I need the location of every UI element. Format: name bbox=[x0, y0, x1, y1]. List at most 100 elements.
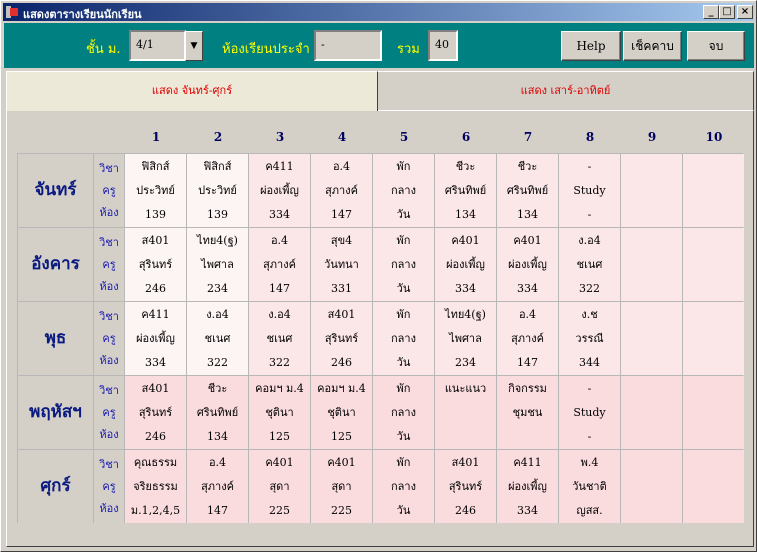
timetable-cell[interactable]: พัก กลาง วัน bbox=[373, 302, 434, 375]
timetable-cell[interactable]: ค401 สุดา 225 bbox=[249, 450, 310, 523]
timetable-cell[interactable] bbox=[621, 376, 682, 449]
timetable-cell[interactable]: ไทย4(ฐ) ไพศาล 234 bbox=[187, 228, 248, 301]
end-button[interactable]: จบ bbox=[687, 31, 745, 61]
check-periods-button[interactable]: เช็คคาบ bbox=[623, 31, 682, 61]
timetable-cell[interactable]: พ.4 วันชาติ ญสส. bbox=[559, 450, 620, 523]
timetable-cell[interactable]: พัก กลาง วัน bbox=[373, 450, 434, 523]
period-header: 5 bbox=[399, 130, 409, 144]
timetable-cell[interactable]: ค411 ผ่องเพี้ญ 334 bbox=[249, 154, 310, 227]
timetable-cell[interactable] bbox=[621, 154, 682, 227]
homeroom-field[interactable]: - bbox=[314, 30, 382, 61]
tab-weekdays[interactable]: แสดง จันทร์-ศุกร์ bbox=[6, 71, 378, 111]
timetable-cell[interactable]: คอมฯ ม.4 ชุตินา 125 bbox=[311, 376, 372, 449]
total-label: รวม bbox=[397, 42, 420, 57]
room-text: 134 bbox=[455, 208, 476, 221]
period-header: 10 bbox=[705, 130, 723, 144]
timetable-cell[interactable]: คอมฯ ม.4 ชุตินา 125 bbox=[249, 376, 310, 449]
room-text: 334 bbox=[455, 282, 476, 295]
subject-text: คุณธรรม bbox=[133, 456, 178, 469]
timetable-cell[interactable] bbox=[621, 228, 682, 301]
subject-text: ง.อ4 bbox=[206, 308, 229, 321]
timetable-cell[interactable]: อ.4 สุภางค์ 147 bbox=[311, 154, 372, 227]
timetable-cell[interactable]: - Study - bbox=[559, 154, 620, 227]
timetable-cell[interactable]: ชีวะ ศรินทิพย์ 134 bbox=[435, 154, 496, 227]
period-header: 2 bbox=[213, 130, 223, 144]
period-header: 8 bbox=[585, 130, 595, 144]
teacher-text: ชุตินา bbox=[265, 406, 294, 419]
timetable-cell[interactable]: กิจกรรม ชุมชน bbox=[497, 376, 558, 449]
timetable-cell[interactable]: ง.อ4 ชเนศ 322 bbox=[559, 228, 620, 301]
maximize-button[interactable]: □ bbox=[719, 5, 735, 19]
timetable-cell[interactable]: ฟิสิกส์ ประวิทย์ 139 bbox=[125, 154, 186, 227]
teacher-text: กลาง bbox=[391, 406, 416, 419]
room-text: 334 bbox=[517, 504, 538, 517]
timetable-cell[interactable] bbox=[621, 450, 682, 523]
timetable-cell[interactable]: ง.อ4 ชเนศ 322 bbox=[187, 302, 248, 375]
timetable-cell[interactable]: ไทย4(ฐ) ไพศาล 234 bbox=[435, 302, 496, 375]
room-text: 147 bbox=[331, 208, 352, 221]
timetable-cell[interactable]: พัก กลาง วัน bbox=[373, 376, 434, 449]
room-text bbox=[683, 424, 744, 449]
room-text: 246 bbox=[455, 504, 476, 517]
room-text: 334 bbox=[145, 356, 166, 369]
timetable-cell[interactable] bbox=[683, 228, 744, 301]
teacher-text bbox=[621, 326, 682, 351]
subject-text: - bbox=[587, 382, 592, 395]
timetable-cell[interactable]: ส401 สุรินทร์ 246 bbox=[125, 376, 186, 449]
subject-text: ค411 bbox=[141, 308, 170, 321]
timetable-cell[interactable]: ง.ช วรรณี 344 bbox=[559, 302, 620, 375]
minimize-button[interactable]: _ bbox=[703, 5, 719, 19]
app-icon bbox=[6, 6, 18, 18]
timetable-cell[interactable]: ส401 สุรินทร์ 246 bbox=[125, 228, 186, 301]
subject-text: พัก bbox=[396, 382, 411, 395]
chevron-down-icon: ▼ bbox=[190, 41, 198, 51]
tab-weekend[interactable]: แสดง เสาร์-อาทิตย์ bbox=[378, 71, 754, 111]
timetable-cell[interactable]: อ.4 สุภางค์ 147 bbox=[249, 228, 310, 301]
timetable-cell[interactable]: ค401 ผ่องเพี้ญ 334 bbox=[497, 228, 558, 301]
teacher-text bbox=[435, 400, 496, 425]
teacher-text: ศรินทิพย์ bbox=[196, 406, 239, 419]
class-select[interactable]: 4/1 bbox=[129, 30, 186, 61]
timetable-cell[interactable]: ส401 สุรินทร์ 246 bbox=[435, 450, 496, 523]
timetable-cell[interactable]: อ.4 สุภางค์ 147 bbox=[497, 302, 558, 375]
subject-text: อ.4 bbox=[518, 308, 537, 321]
timetable-cell[interactable]: - Study - bbox=[559, 376, 620, 449]
timetable-cell[interactable]: ค411 ผ่องเพี้ญ 334 bbox=[497, 450, 558, 523]
class-dropdown-button[interactable]: ▼ bbox=[185, 31, 203, 61]
timetable-cell[interactable]: ค411 ผ่องเพี้ญ 334 bbox=[125, 302, 186, 375]
timetable-cell[interactable]: ค401 ผ่องเพี้ญ 334 bbox=[435, 228, 496, 301]
subject-text: พัก bbox=[396, 234, 411, 247]
subject-text: พ.4 bbox=[580, 456, 599, 469]
subject-text: สุข4 bbox=[330, 234, 353, 247]
timetable-cell[interactable]: ค401 สุดา 225 bbox=[311, 450, 372, 523]
subject-text bbox=[621, 154, 682, 179]
row-labels: วิชา ครู ห้อง bbox=[94, 228, 124, 301]
timetable-cell[interactable]: ง.อ4 ชเนศ 322 bbox=[249, 302, 310, 375]
timetable-cell[interactable]: พัก กลาง วัน bbox=[373, 154, 434, 227]
teacher-text: สุรินทร์ bbox=[138, 258, 173, 271]
timetable-cell[interactable] bbox=[683, 376, 744, 449]
timetable-cell[interactable] bbox=[621, 302, 682, 375]
subject-text bbox=[683, 154, 744, 179]
timetable-cell[interactable] bbox=[683, 154, 744, 227]
close-button[interactable]: × bbox=[737, 5, 753, 19]
timetable-cell[interactable]: แนะแนว bbox=[435, 376, 496, 449]
timetable-cell[interactable]: อ.4 สุภางค์ 147 bbox=[187, 450, 248, 523]
timetable-cell[interactable] bbox=[683, 450, 744, 523]
timetable-cell[interactable]: สุข4 วันทนา 331 bbox=[311, 228, 372, 301]
help-button[interactable]: Help bbox=[561, 31, 621, 61]
room-text: วัน bbox=[396, 282, 411, 295]
timetable-cell[interactable]: ชีวะ ศรินทิพย์ 134 bbox=[497, 154, 558, 227]
subject-text: อ.4 bbox=[332, 160, 351, 173]
timetable-cell[interactable] bbox=[683, 302, 744, 375]
timetable-cell[interactable]: ฟิสิกส์ ประวิทย์ 139 bbox=[187, 154, 248, 227]
timetable-cell[interactable]: ชีวะ ศรินทิพย์ 134 bbox=[187, 376, 248, 449]
teacher-text: ประวิทย์ bbox=[136, 184, 175, 197]
timetable-cell[interactable]: คุณธรรม จริยธรรม ม.1,2,4,5 bbox=[125, 450, 186, 523]
timetable-cell[interactable]: ส401 สุรินทร์ 246 bbox=[311, 302, 372, 375]
subject-text: อ.4 bbox=[208, 456, 227, 469]
timetable-cell[interactable]: พัก กลาง วัน bbox=[373, 228, 434, 301]
room-text: 139 bbox=[207, 208, 228, 221]
teacher-text bbox=[621, 178, 682, 203]
subject-text: ค411 bbox=[265, 160, 294, 173]
